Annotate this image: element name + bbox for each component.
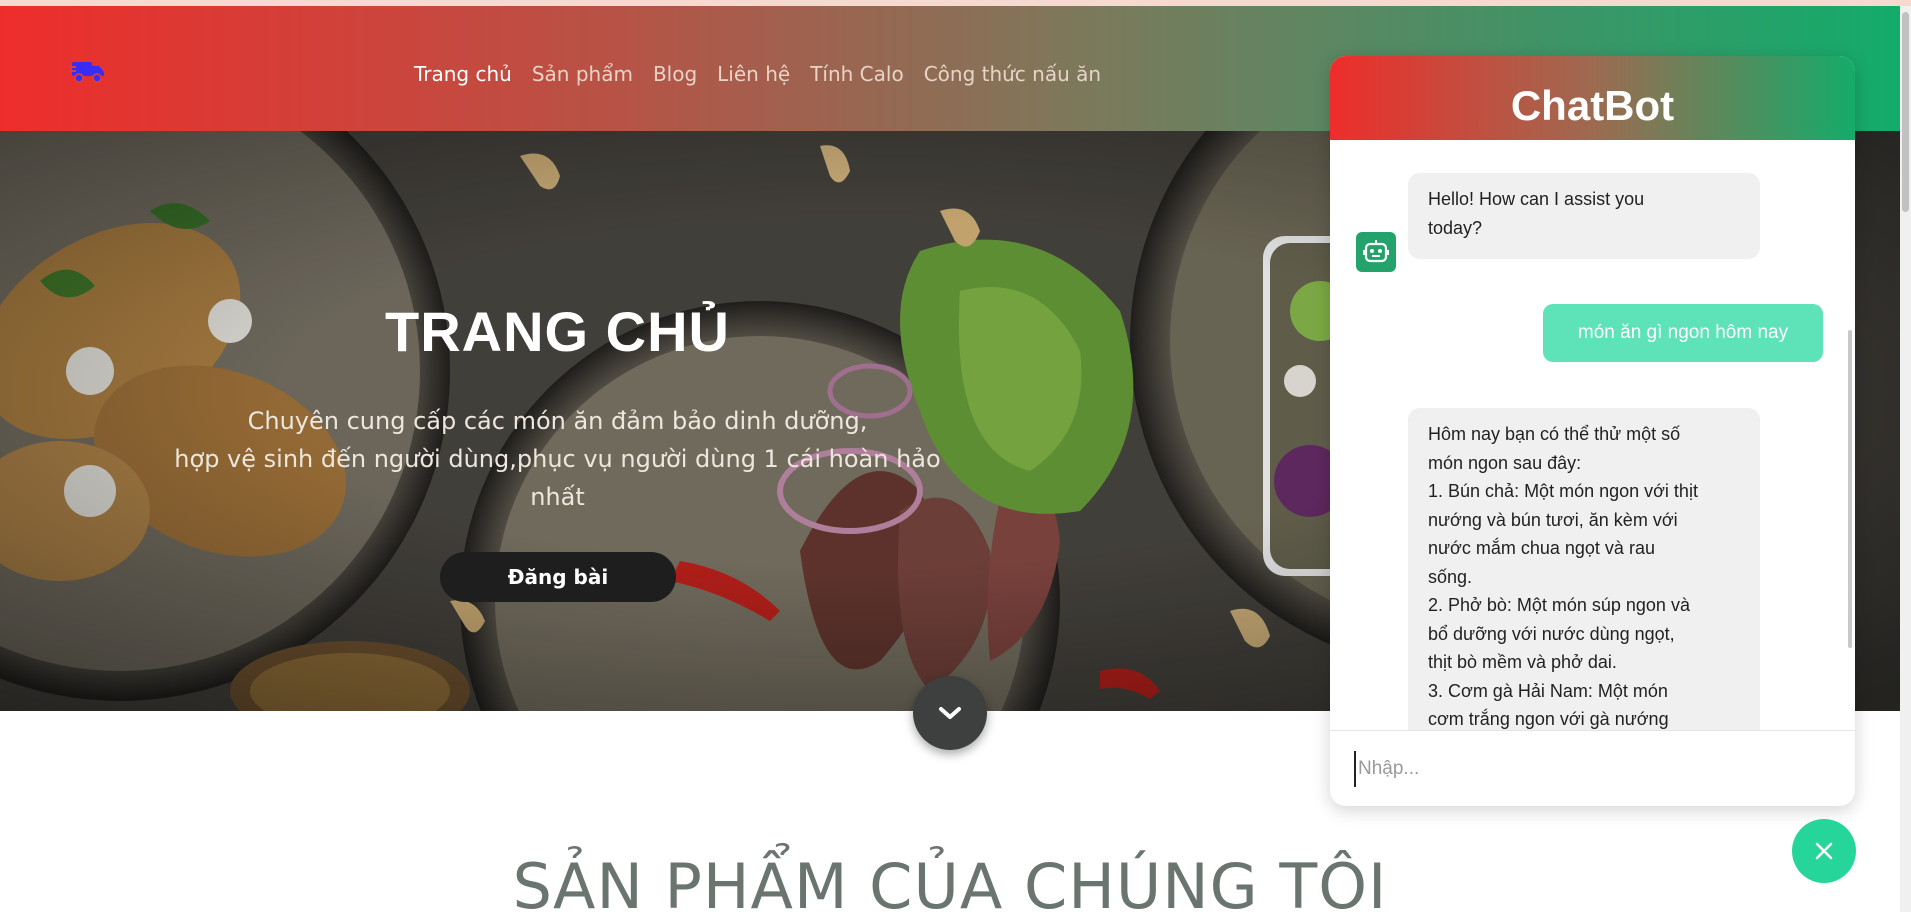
chat-scrollbar[interactable] [1848, 330, 1852, 648]
section-title: SẢN PHẨM CỦA CHÚNG TÔI [512, 850, 1388, 923]
hero-description-line: Chuyên cung cấp các món ăn đảm bảo dinh … [247, 407, 868, 435]
close-icon [1815, 842, 1833, 860]
message-line: món ngon sau đây: [1428, 452, 1582, 473]
message-line: nướng và bún tươi, ăn kèm với [1428, 509, 1678, 530]
nav-item-calorie[interactable]: Tính Calo [810, 62, 904, 86]
user-message: món ăn gì ngon hôm nay [1543, 304, 1823, 362]
hero-description-line: hợp vệ sinh đến người dùng,phục vụ người… [174, 445, 941, 473]
hero-description-line: nhất [530, 483, 585, 511]
page-scrollbar-thumb[interactable] [1902, 12, 1909, 212]
close-chat-button[interactable] [1792, 819, 1856, 883]
message-line: bổ dưỡng với nước dùng ngọt, [1428, 623, 1675, 644]
nav-item-contact[interactable]: Liên hệ [717, 62, 790, 86]
bot-message: Hello! How can I assist you today? [1408, 173, 1760, 259]
message-line: 1. Bún chả: Một món ngon với thịt [1428, 481, 1698, 501]
message-line: 3. Cơm gà Hải Nam: Một món [1428, 680, 1668, 701]
chat-input[interactable] [1354, 751, 1830, 787]
bot-message: Hôm nay bạn có thể thử một số món ngon s… [1408, 408, 1760, 730]
hero-title: TRANG CHỦ [385, 300, 730, 363]
message-line: 2. Phở bò: Một món súp ngon và [1428, 595, 1690, 615]
hero-description: Chuyên cung cấp các món ăn đảm bảo dinh … [160, 402, 955, 516]
delivery-truck-icon[interactable] [70, 56, 106, 86]
post-button[interactable]: Đăng bài [440, 552, 676, 602]
nav-item-recipes[interactable]: Công thức nấu ăn [924, 62, 1101, 86]
scroll-down-button[interactable] [913, 676, 987, 750]
chatbot-title: ChatBot [1330, 56, 1855, 140]
message-line: sống. [1428, 566, 1473, 587]
chat-messages[interactable]: Hello! How can I assist you today? món ă… [1330, 140, 1855, 730]
main-nav: Trang chủ Sản phẩm Blog Liên hệ Tính Cal… [414, 62, 1101, 86]
bot-avatar [1356, 232, 1396, 272]
message-line: cơm trắng ngon với gà nướng [1428, 709, 1669, 729]
robot-icon [1363, 240, 1389, 263]
chatbot-panel: ChatBot Hello! How can I assist you toda… [1330, 56, 1855, 806]
chat-input-area [1330, 730, 1855, 806]
nav-item-blog[interactable]: Blog [653, 62, 697, 86]
nav-item-products[interactable]: Sản phẩm [532, 62, 633, 86]
message-line: Hello! How can I assist you [1428, 189, 1645, 209]
nav-item-home[interactable]: Trang chủ [414, 62, 512, 86]
message-line: today? [1428, 217, 1483, 238]
message-line: thịt bò mềm và phở dai. [1428, 652, 1617, 672]
message-line: Hôm nay bạn có thể thử một số [1428, 424, 1681, 444]
chevron-down-icon [939, 707, 961, 719]
message-line: nước mắm chua ngọt và rau [1428, 538, 1655, 558]
